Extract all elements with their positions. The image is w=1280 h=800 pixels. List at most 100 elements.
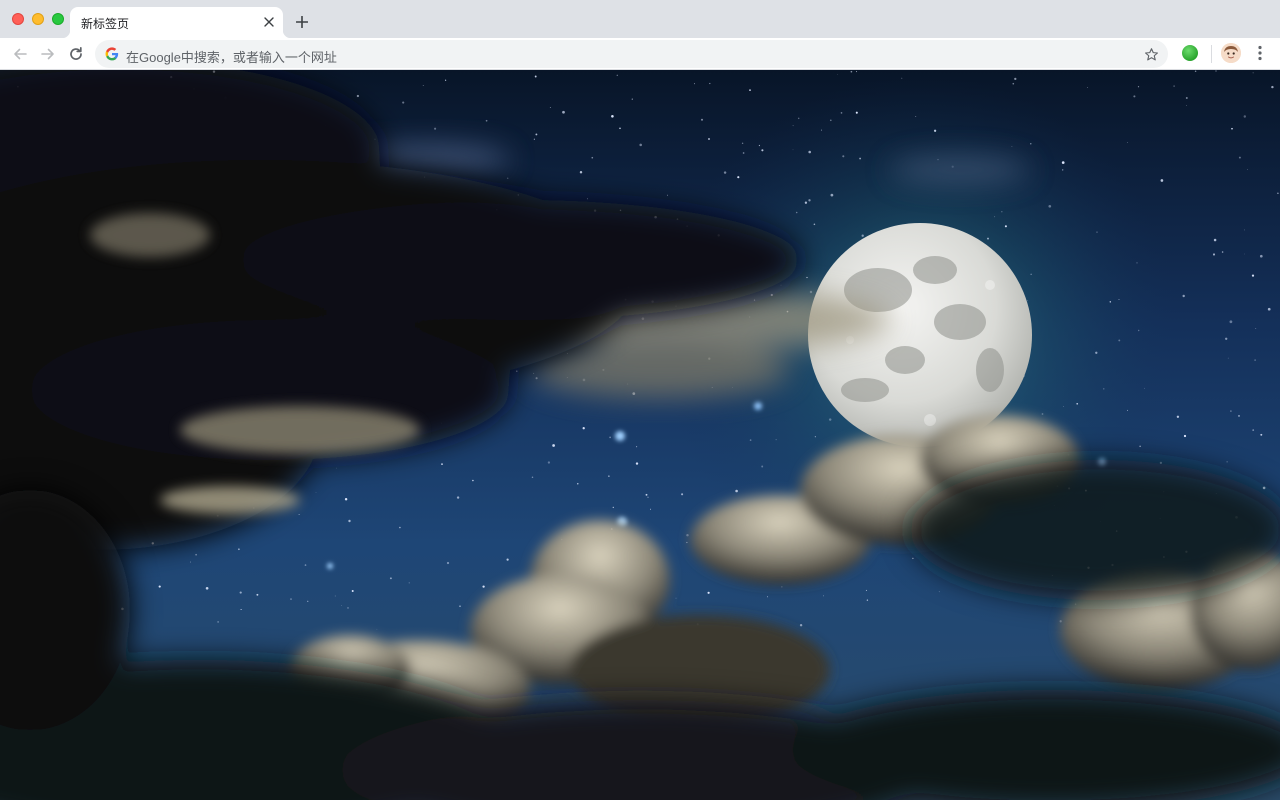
star <box>1238 156 1241 159</box>
star <box>1259 254 1263 258</box>
star <box>1014 77 1017 81</box>
star <box>1221 251 1224 253</box>
star <box>1215 70 1217 72</box>
star <box>402 101 405 104</box>
star <box>1136 262 1138 264</box>
star <box>761 465 764 468</box>
star <box>582 427 585 430</box>
star <box>341 605 342 606</box>
star <box>797 117 800 120</box>
star <box>804 201 808 204</box>
star <box>667 194 668 196</box>
star <box>376 628 378 630</box>
star <box>837 73 839 75</box>
star <box>408 582 410 584</box>
star <box>351 590 354 592</box>
star <box>749 89 751 91</box>
star <box>334 595 336 597</box>
star <box>737 176 740 179</box>
star <box>850 70 853 73</box>
star <box>686 541 688 544</box>
new-tab-wallpaper <box>0 70 1280 800</box>
star <box>1095 351 1098 354</box>
star <box>792 149 794 151</box>
star <box>742 152 745 154</box>
more-vert-button[interactable] <box>1252 44 1268 62</box>
star <box>195 553 197 556</box>
avatar-icon[interactable] <box>1221 43 1241 63</box>
star <box>1144 387 1145 389</box>
star <box>1183 434 1187 438</box>
star <box>577 483 579 485</box>
star <box>799 623 803 627</box>
star <box>1254 359 1256 361</box>
star <box>741 142 744 145</box>
star <box>781 586 783 588</box>
arrow-right-icon <box>41 48 54 60</box>
back-button[interactable] <box>10 44 30 64</box>
star <box>344 498 348 501</box>
star <box>445 79 447 81</box>
star <box>1139 445 1141 447</box>
star <box>767 596 769 598</box>
close-icon[interactable] <box>261 14 277 30</box>
forward-button[interactable] <box>38 44 58 64</box>
star <box>1061 161 1065 164</box>
star <box>591 156 594 159</box>
star <box>829 119 832 122</box>
star <box>1244 253 1245 255</box>
star <box>239 591 242 594</box>
star <box>840 112 843 114</box>
star <box>482 585 485 588</box>
star <box>1138 329 1140 332</box>
star <box>866 599 869 601</box>
address-bar[interactable]: 在Google中搜索，或者输入一个网址 <box>95 40 1168 68</box>
star <box>636 446 638 448</box>
star <box>472 479 474 482</box>
star <box>1030 143 1032 145</box>
star <box>256 593 259 596</box>
more-vert-icon <box>1258 45 1262 61</box>
window-maximize-button[interactable] <box>52 13 64 25</box>
new-tab-button[interactable] <box>292 12 312 32</box>
star <box>814 436 816 438</box>
star <box>1227 357 1229 359</box>
star <box>1027 300 1028 302</box>
star <box>1087 87 1088 88</box>
star <box>915 116 917 117</box>
star <box>485 119 488 122</box>
star <box>356 94 360 98</box>
star <box>336 467 337 469</box>
star <box>456 496 460 499</box>
star <box>1277 192 1279 194</box>
star <box>1252 429 1255 431</box>
star <box>1231 127 1233 130</box>
star <box>389 577 392 580</box>
star <box>1251 274 1255 277</box>
tab-new-tab[interactable]: 新标签页 <box>62 7 291 38</box>
star <box>1133 95 1136 98</box>
window-minimize-button[interactable] <box>32 13 44 25</box>
star <box>639 143 642 147</box>
star <box>348 519 351 523</box>
star <box>533 138 536 140</box>
star <box>1127 141 1128 143</box>
star <box>240 608 242 611</box>
star <box>758 144 760 147</box>
reload-button[interactable] <box>66 44 86 64</box>
star <box>645 493 648 496</box>
star <box>1012 82 1015 85</box>
window-close-button[interactable] <box>12 13 24 25</box>
star <box>901 77 903 79</box>
star <box>808 150 811 154</box>
star <box>506 177 509 180</box>
green-circle-extension-icon[interactable] <box>1182 45 1198 61</box>
star <box>823 595 824 597</box>
star <box>446 561 450 565</box>
star <box>217 621 219 623</box>
star <box>1103 388 1105 390</box>
star <box>1109 301 1112 303</box>
star <box>686 533 689 537</box>
bookmark-star-button[interactable] <box>1142 45 1160 63</box>
star <box>315 492 317 493</box>
